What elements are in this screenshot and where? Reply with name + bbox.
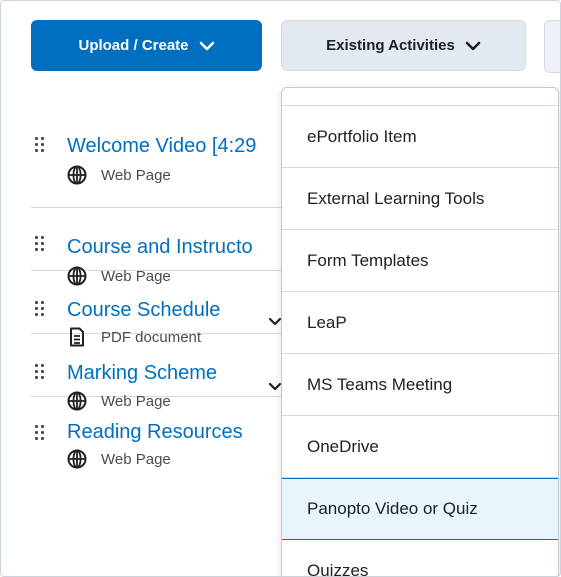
more-toolbar-button[interactable] [544, 20, 560, 73]
drag-handle-icon[interactable] [35, 364, 47, 384]
menu-item-external-learning-tools[interactable]: External Learning Tools [282, 168, 558, 230]
menu-item-leap[interactable]: LeaP [282, 292, 558, 354]
item-title-link[interactable]: Reading Resources [67, 421, 243, 444]
list-item[interactable]: Course Schedule PDF document [31, 271, 321, 347]
list-item[interactable]: Reading Resources Web Page [31, 397, 321, 469]
item-title-link[interactable]: Welcome Video [4:29 [67, 135, 256, 158]
drag-handle-icon[interactable] [35, 425, 47, 445]
menu-item-form-templates[interactable]: Form Templates [282, 230, 558, 292]
upload-create-button[interactable]: Upload / Create [31, 20, 262, 71]
content-list: Welcome Video [4:29 Web Page Course and … [31, 101, 321, 469]
existing-activities-label: Existing Activities [326, 37, 455, 54]
item-type: Web Page [67, 449, 171, 469]
item-type: Web Page [67, 165, 171, 185]
globe-icon [67, 165, 87, 185]
list-item[interactable]: Welcome Video [4:29 Web Page [31, 101, 321, 208]
drag-handle-icon[interactable] [35, 301, 47, 321]
chevron-down-icon [465, 41, 481, 50]
upload-create-label: Upload / Create [78, 37, 189, 54]
menu-item-panopto[interactable]: Panopto Video or Quiz [282, 478, 558, 540]
drag-handle-icon[interactable] [35, 137, 47, 157]
existing-activities-button[interactable]: Existing Activities [281, 20, 526, 71]
item-type-label: Web Page [101, 166, 171, 184]
item-title-link[interactable]: Course and Instructo [67, 236, 253, 259]
item-title-link[interactable]: Marking Scheme [67, 362, 217, 385]
menu-item-onedrive[interactable]: OneDrive [282, 416, 558, 478]
chevron-down-icon[interactable] [268, 317, 282, 326]
item-title-link[interactable]: Course Schedule [67, 299, 220, 322]
menu-scroll-top-divider [282, 88, 558, 106]
list-item[interactable]: Marking Scheme Web Page [31, 334, 321, 411]
globe-icon [67, 449, 87, 469]
list-item[interactable]: Course and Instructo Web Page [31, 208, 321, 286]
menu-item-ms-teams-meeting[interactable]: MS Teams Meeting [282, 354, 558, 416]
chevron-down-icon[interactable] [268, 382, 282, 391]
menu-item-eportfolio[interactable]: ePortfolio Item [282, 106, 558, 168]
content-panel: Upload / Create Existing Activities Welc… [0, 0, 561, 577]
chevron-down-icon [199, 41, 214, 50]
drag-handle-icon[interactable] [35, 236, 47, 256]
item-type-label: Web Page [101, 450, 171, 468]
existing-activities-menu: ePortfolio Item External Learning Tools … [281, 87, 559, 577]
menu-item-quizzes[interactable]: Quizzes [282, 540, 558, 577]
